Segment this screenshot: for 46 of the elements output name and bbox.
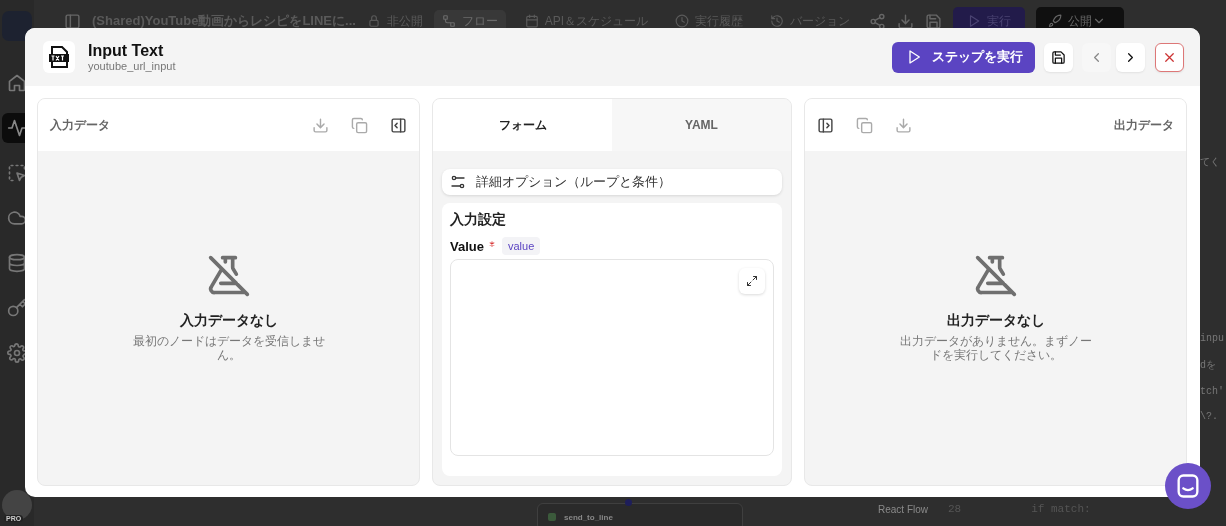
panel-toggle-icon[interactable] [817,116,834,134]
txt-file-icon [43,41,75,73]
flask-off-icon [973,254,1018,298]
node-label: send_to_line [564,512,613,522]
empty-message: 出力データがありません。まずノードを実行してください。 [898,334,1093,362]
app-logo[interactable] [2,11,32,41]
play-icon [906,49,922,65]
lock-icon [366,14,381,28]
panel-title: 出力データ [1114,116,1174,134]
rocket-icon [1048,14,1063,28]
sidebar-toggle-icon[interactable] [64,12,81,30]
flow-node[interactable]: send_to_line [537,503,743,526]
save-icon[interactable] [925,12,943,30]
empty-message: 最初のノードはデータを受信しません。 [131,334,326,362]
tab[interactable]: フォーム [433,99,612,151]
code-text: てく [1200,156,1221,169]
code-text: \?. [1200,411,1219,422]
calendar-icon [524,14,539,28]
empty-title: 出力データなし [946,312,1045,330]
sliders-icon [450,174,466,190]
history-icon [770,14,785,28]
save-icon[interactable] [1044,42,1073,72]
advanced-options-button[interactable]: 詳細オプション（ループと条件） [442,169,782,195]
flow-icon [441,14,456,28]
empty-title: 入力データなし [179,312,278,330]
close-icon[interactable] [1155,42,1184,72]
chat-icon[interactable] [1165,463,1211,509]
play-icon [967,14,982,28]
panel-title: 入力データ [50,116,110,134]
field-label: Value [450,238,484,254]
node-id: youtube_url_input [88,60,177,72]
run-step-button[interactable]: ステップを実行 [892,41,1035,73]
field-key-tag: value [501,237,541,255]
clock-icon [675,14,690,28]
code-text: tch' [1200,386,1225,397]
value-input-field[interactable] [450,259,774,456]
section-title: 入力設定 [450,211,507,229]
dialog-title: Input Text [88,42,165,60]
attribution-text[interactable]: React Flow [878,504,928,515]
node-icon [548,513,556,521]
node-handle[interactable] [625,499,632,506]
download-icon[interactable] [897,12,915,30]
code-text: inpu [1200,333,1225,344]
code-text: dを [1200,359,1217,372]
panel-toggle-icon[interactable] [390,116,407,134]
flask-off-icon [206,254,251,298]
